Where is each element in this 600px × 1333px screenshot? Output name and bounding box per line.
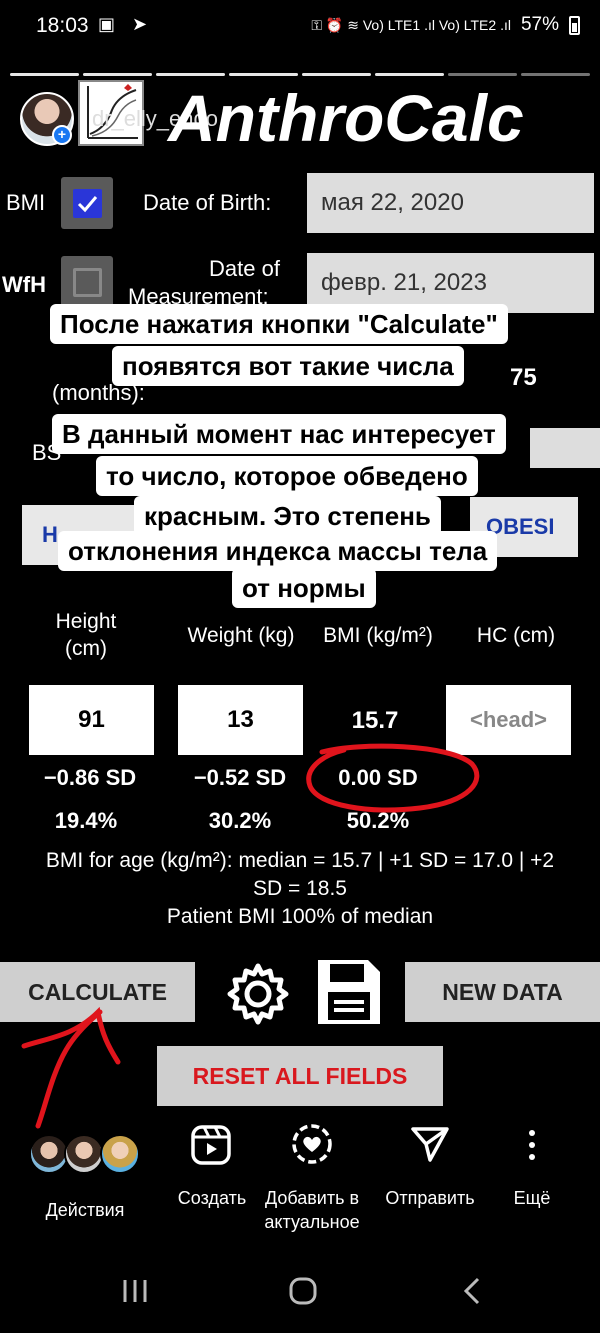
caption-2-line2: то число, которое обведено: [106, 461, 468, 491]
caption-2b: то число, которое обведено: [96, 456, 478, 496]
highlight-label-line2: актуальное: [264, 1212, 360, 1232]
caption-2-line4: отклонения индекса массы тела: [68, 536, 488, 566]
highlight-button[interactable]: [290, 1122, 334, 1166]
reset-all-fields-button[interactable]: RESET ALL FIELDS: [157, 1046, 443, 1106]
checkbox-box: [73, 189, 102, 218]
heart-circle-icon: [292, 1124, 332, 1164]
progress-segment: [10, 73, 79, 76]
send-button[interactable]: [410, 1124, 450, 1164]
info-line2: SD = 18.5: [253, 877, 347, 900]
reels-icon: [191, 1125, 231, 1165]
status-time: 18:03: [36, 14, 89, 37]
floppy-disk-icon: [318, 960, 380, 1024]
bmi-label: BMI: [6, 190, 46, 215]
height-header: Height (cm): [20, 608, 152, 662]
progress-segment: [156, 73, 225, 76]
bmi-header: BMI (kg/m²): [323, 624, 433, 647]
caption-1b: появятся вот такие числа: [112, 346, 464, 386]
info-line1: BMI for age (kg/m²): median = 15.7 | +1 …: [45, 849, 555, 872]
info-line3: Patient BMI 100% of median: [166, 905, 434, 928]
home-icon: [289, 1277, 317, 1305]
wfh-checkbox[interactable]: [61, 256, 113, 308]
gear-icon: [227, 963, 289, 1025]
dob-field[interactable]: мая 22, 2020: [307, 173, 594, 233]
progress-segment: [302, 73, 371, 76]
caption-2c: красным. Это степень: [134, 496, 441, 536]
height-input[interactable]: 91: [29, 685, 154, 755]
red-arrow-annotation: [21, 1006, 121, 1129]
settings-button[interactable]: [222, 958, 294, 1030]
age-value: 75: [510, 364, 537, 391]
battery-icon: [569, 15, 580, 35]
back-button[interactable]: [460, 1276, 484, 1306]
caption-2a: В данный момент нас интересует: [52, 414, 506, 454]
send-label[interactable]: Отправить: [374, 1186, 486, 1210]
checkmark-icon: [77, 196, 98, 213]
caption-1-line2: появятся вот такие числа: [122, 351, 454, 381]
bmi-percentile: 50.2%: [346, 808, 410, 833]
viewer-avatar[interactable]: [64, 1134, 104, 1174]
create-label[interactable]: Создать: [162, 1186, 262, 1210]
add-story-icon[interactable]: +: [52, 125, 72, 145]
hc-header: HC (cm): [476, 624, 556, 647]
weight-percentile: 30.2%: [208, 808, 272, 833]
progress-segment: [521, 73, 590, 76]
more-button[interactable]: [524, 1128, 540, 1162]
progress-segment: [448, 73, 517, 76]
height-sd: −0.86 SD: [43, 765, 137, 790]
more-vertical-icon: [529, 1130, 535, 1160]
caption-2e: от нормы: [232, 568, 376, 608]
activity-label[interactable]: Действия: [20, 1198, 150, 1222]
recent-apps-button[interactable]: [120, 1276, 150, 1306]
progress-segment: [375, 73, 444, 76]
bs-field[interactable]: [530, 428, 600, 468]
checkbox-box: [73, 268, 102, 297]
battery-percent: 57%: [520, 14, 559, 35]
save-button[interactable]: [316, 958, 382, 1026]
notification-icons: ▣ ➤: [98, 14, 154, 34]
recents-icon: [123, 1280, 147, 1302]
bmi-value: 15.7: [351, 707, 399, 734]
highlight-label-line1: Добавить в: [264, 1188, 360, 1208]
highlight-label[interactable]: Добавить в актуальное: [254, 1186, 370, 1234]
weight-header: Weight (kg): [187, 624, 295, 647]
caption-2-line3: красным. Это степень: [144, 501, 431, 531]
caption-1-line1: После нажатия кнопки "Calculate": [60, 309, 498, 339]
back-chevron-icon: [463, 1277, 480, 1305]
caption-2-line5: от нормы: [242, 573, 366, 603]
height-percentile: 19.4%: [54, 808, 118, 833]
paper-plane-icon: [411, 1127, 449, 1162]
bmi-checkbox[interactable]: [61, 177, 113, 229]
dob-label: Date of Birth:: [143, 190, 272, 215]
viewer-avatar[interactable]: [100, 1134, 140, 1174]
weight-sd: −0.52 SD: [193, 765, 287, 790]
caption-1: После нажатия кнопки "Calculate": [50, 304, 508, 344]
weight-input[interactable]: 13: [178, 685, 303, 755]
status-right: ⚿ ⏰ ≋ Vo) LTE1 .ıl Vo) LTE2 .ıl 57%: [311, 14, 580, 36]
bmi-reference-info: BMI for age (kg/m²): median = 15.7 | +1 …: [0, 847, 600, 931]
new-data-button[interactable]: NEW DATA: [405, 962, 600, 1022]
height-header-line1: Height: [55, 610, 117, 633]
home-button[interactable]: [288, 1276, 318, 1306]
more-label[interactable]: Ещё: [494, 1186, 570, 1210]
create-button[interactable]: [190, 1124, 232, 1166]
signal-icons: ⚿ ⏰ ≋ Vo) LTE1 .ıl Vo) LTE2 .ıl: [311, 16, 511, 33]
dom-label-line1: Date of: [209, 256, 280, 281]
app-title: AnthroCalc: [168, 81, 524, 155]
caption-2d: отклонения индекса массы тела: [58, 531, 498, 571]
caption-2-line1: В данный момент нас интересует: [62, 419, 496, 449]
viewer-avatar[interactable]: [29, 1134, 69, 1174]
progress-segment: [229, 73, 298, 76]
height-header-line2: (cm): [65, 637, 107, 660]
progress-segment: [83, 73, 152, 76]
wfh-label: WfH: [2, 272, 46, 297]
story-progress: [10, 73, 590, 76]
